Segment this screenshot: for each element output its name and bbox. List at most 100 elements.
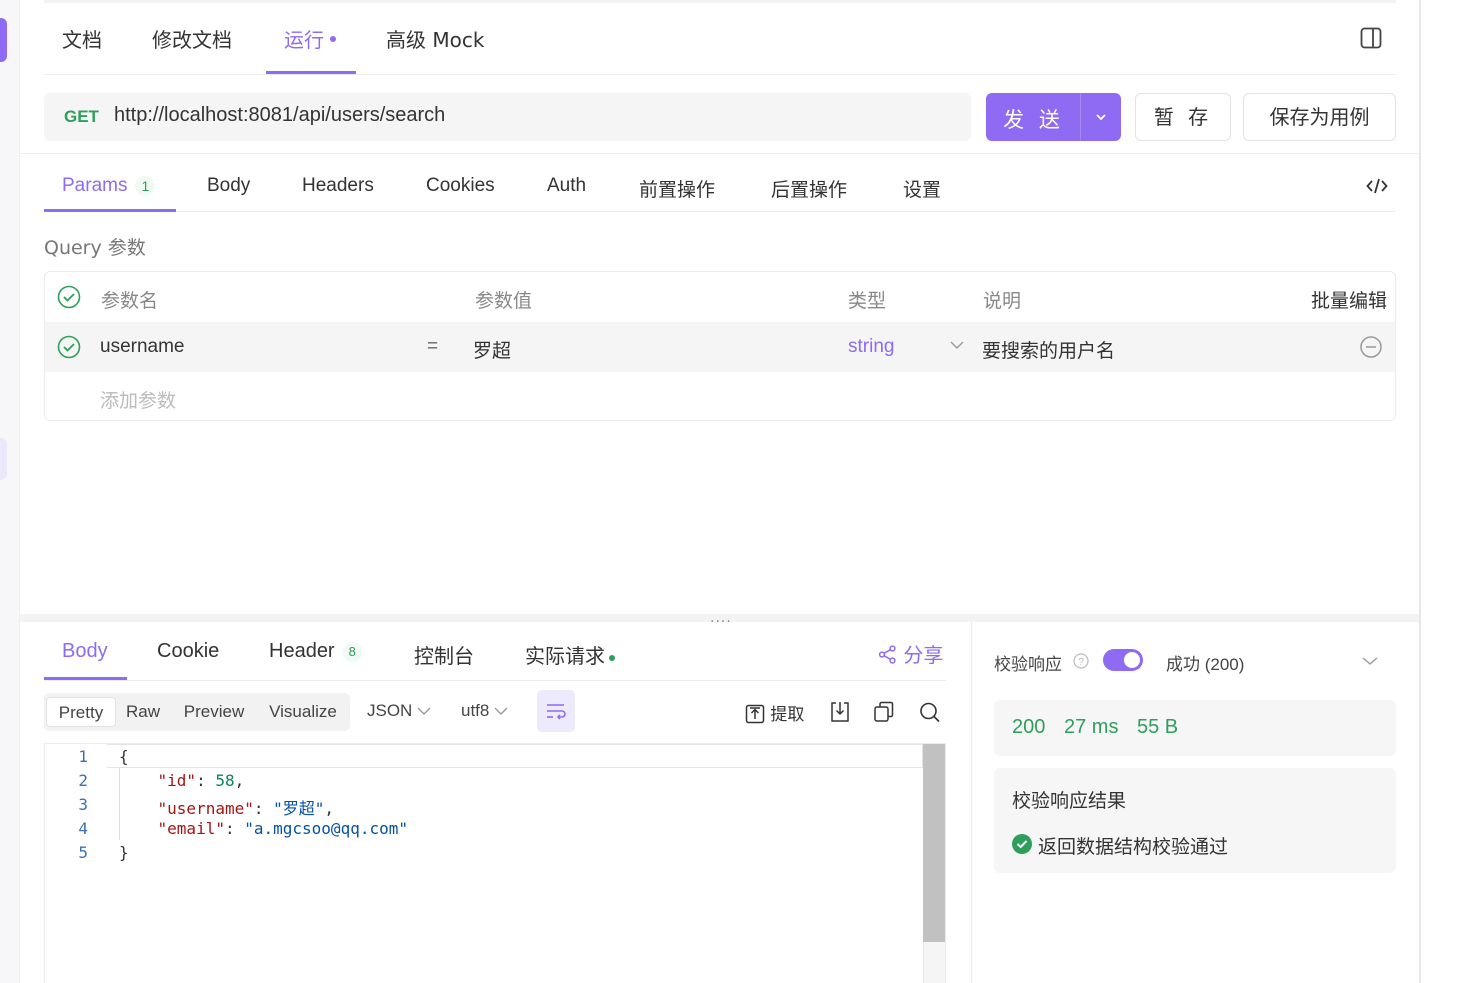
code-line: "id": 58, — [157, 771, 245, 790]
column-header-type: 类型 — [848, 290, 887, 312]
format-value: JSON — [367, 701, 413, 720]
tab-response-cookie[interactable]: Cookie — [157, 640, 219, 663]
tab-params[interactable]: Params 1 — [62, 175, 156, 197]
copy-icon[interactable] — [873, 700, 895, 724]
tab-actual-request[interactable]: 实际请求 — [525, 640, 615, 669]
json-key: "email" — [157, 819, 225, 838]
word-wrap-button[interactable] — [537, 690, 575, 732]
chevron-down-icon[interactable] — [1362, 656, 1378, 666]
params-table-header: 参数名 参数值 类型 说明 批量编辑 — [45, 272, 1395, 322]
line-number: 3 — [78, 795, 88, 814]
extract-icon — [745, 704, 765, 724]
code-icon[interactable] — [1366, 176, 1388, 196]
splitter-handle[interactable]: .... — [710, 610, 732, 626]
validation-result: 校验响应结果 返回数据结构校验通过 — [994, 768, 1396, 873]
tab-console[interactable]: 控制台 — [414, 640, 474, 669]
add-param-row: 添加参数 — [45, 372, 1395, 420]
wrap-lines-icon — [547, 704, 566, 720]
header-count-badge: 8 — [342, 641, 362, 662]
send-button[interactable]: 发 送 — [986, 93, 1121, 141]
response-body-editor[interactable]: 1 2 3 4 5 { "id": 58, "username": "罗超", … — [44, 743, 946, 983]
line-number-gutter: 1 2 3 4 5 — [45, 744, 105, 983]
left-rail-active-marker — [0, 18, 7, 62]
scrollbar-thumb[interactable] — [923, 744, 945, 942]
tab-actual-request-label: 实际请求 — [525, 646, 605, 668]
share-icon — [878, 645, 896, 664]
line-number: 1 — [78, 747, 88, 766]
bulk-edit-button[interactable]: 批量编辑 — [1311, 286, 1387, 313]
params-count-badge: 1 — [135, 175, 156, 196]
divider — [20, 153, 1419, 154]
validation-result-message: 返回数据结构校验通过 — [1038, 836, 1229, 858]
search-icon[interactable] — [919, 700, 941, 724]
json-value: "a.mgcsoo@qq.com" — [244, 819, 408, 838]
success-check-icon — [1012, 834, 1032, 854]
unsaved-dot — [330, 35, 336, 42]
current-line-highlight — [107, 744, 923, 768]
url-bar[interactable]: GET http://localhost:8081/api/users/sear… — [44, 93, 971, 141]
share-button[interactable]: 分享 — [878, 639, 943, 668]
save-draft-button[interactable]: 暂 存 — [1135, 93, 1231, 141]
extract-label: 提取 — [770, 705, 805, 725]
tab-docs[interactable]: 文档 — [62, 24, 102, 53]
tab-edit-docs[interactable]: 修改文档 — [152, 24, 232, 53]
save-as-case-button[interactable]: 保存为用例 — [1243, 93, 1396, 141]
left-rail — [0, 0, 20, 983]
toggle-knob — [1124, 652, 1140, 668]
url-input[interactable]: http://localhost:8081/api/users/search — [114, 104, 445, 127]
view-raw[interactable]: Raw — [118, 697, 168, 727]
param-description-input[interactable]: 要搜索的用户名 — [982, 336, 1115, 363]
chevron-down-icon — [417, 707, 431, 715]
tab-advanced-mock[interactable]: 高级 Mock — [386, 24, 484, 53]
chevron-down-icon[interactable] — [1081, 93, 1121, 141]
column-header-name: 参数名 — [101, 290, 159, 312]
tab-pre-processors[interactable]: 前置操作 — [639, 175, 715, 202]
response-stats: 200 27 ms 55 B — [994, 700, 1396, 756]
panel-layout-icon[interactable] — [1360, 27, 1382, 49]
tab-run[interactable]: 运行 — [284, 24, 336, 53]
response-tab-bar: Body Cookie Header 8 控制台 实际请求 分享 — [44, 630, 946, 681]
param-name-input[interactable]: username — [100, 336, 185, 358]
select-all-checkbox[interactable] — [57, 285, 81, 309]
extract-button[interactable]: 提取 — [745, 700, 805, 725]
tab-settings[interactable]: 设置 — [903, 175, 941, 202]
row-enabled-checkbox[interactable] — [57, 335, 81, 359]
tab-auth[interactable]: Auth — [547, 175, 586, 197]
chevron-down-icon — [494, 707, 508, 715]
view-visualize[interactable]: Visualize — [260, 697, 346, 727]
equals-sign: = — [427, 336, 439, 357]
svg-text:?: ? — [1078, 657, 1084, 668]
validation-header: 校验响应 ? 成功 (200) — [994, 646, 1396, 676]
view-mode-segmented: Pretty Raw Preview Visualize — [44, 693, 350, 731]
tab-run-label: 运行 — [284, 28, 324, 52]
remove-row-icon[interactable] — [1359, 335, 1383, 359]
status-dot — [609, 654, 615, 661]
validate-response-toggle[interactable] — [1103, 649, 1143, 671]
format-select[interactable]: JSON — [367, 701, 431, 721]
tab-response-header-label: Header — [269, 640, 335, 662]
json-key: "username" — [157, 799, 254, 818]
download-icon[interactable] — [829, 700, 851, 724]
add-param-input[interactable]: 添加参数 — [100, 386, 176, 413]
tab-post-processors[interactable]: 后置操作 — [771, 175, 847, 202]
tab-headers[interactable]: Headers — [302, 175, 374, 197]
tab-response-header[interactable]: Header 8 — [269, 640, 362, 663]
view-pretty[interactable]: Pretty — [46, 697, 116, 727]
help-icon[interactable]: ? — [1073, 653, 1089, 669]
response-status-select[interactable]: 成功 (200) — [1166, 650, 1244, 675]
tab-response-body[interactable]: Body — [62, 640, 108, 663]
panel-divider — [971, 622, 972, 983]
code-line: { — [119, 747, 129, 766]
table-row: username = 罗超 string 要搜索的用户名 — [45, 322, 1395, 372]
chevron-down-icon[interactable] — [950, 340, 964, 350]
tab-params-label: Params — [62, 175, 128, 196]
tab-cookies[interactable]: Cookies — [426, 175, 495, 197]
param-type-select[interactable]: string — [848, 336, 894, 358]
http-method[interactable]: GET — [64, 107, 99, 127]
view-preview[interactable]: Preview — [174, 697, 254, 727]
encoding-select[interactable]: utf8 — [461, 701, 508, 721]
param-value-input[interactable]: 罗超 — [473, 336, 511, 363]
validate-response-label: 校验响应 — [994, 655, 1062, 675]
tab-body[interactable]: Body — [207, 175, 250, 197]
code-line: "username": "罗超", — [157, 799, 335, 818]
